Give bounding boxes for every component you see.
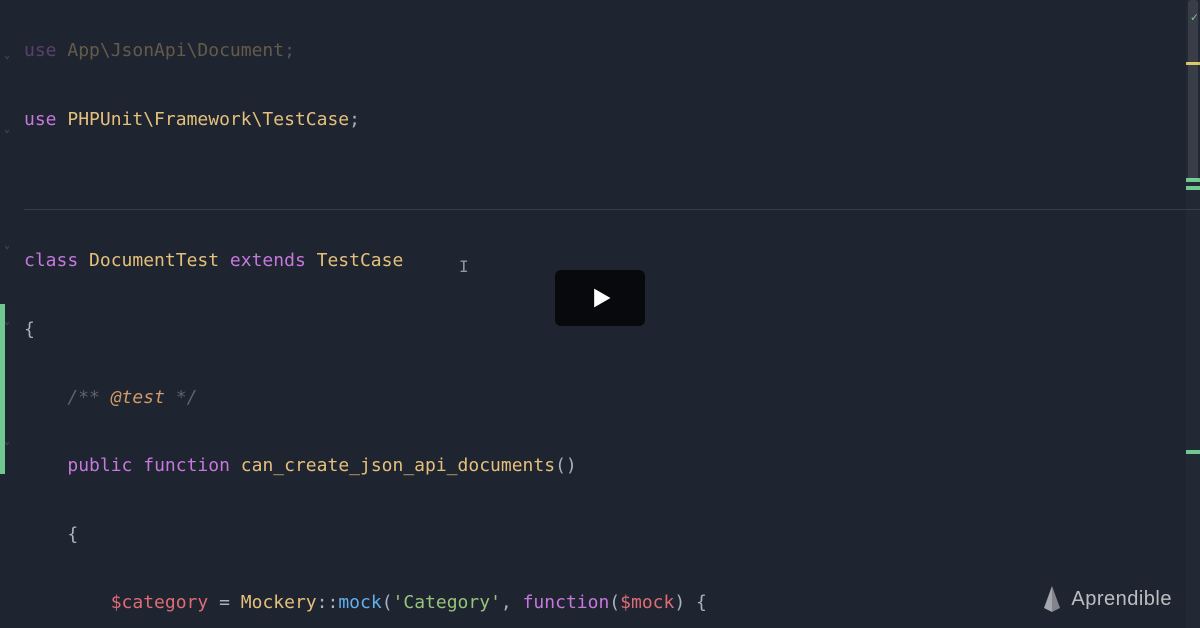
fold-icon: ⌄ (4, 120, 10, 139)
gutter: ⌄ ⌄ ⌄ ⌄ ⌄ (0, 0, 20, 628)
code-line (24, 171, 1200, 210)
scrollbar-change-marker (1186, 186, 1200, 190)
brand-watermark: Aprendible (1041, 580, 1172, 618)
scrollbar-thumb[interactable] (1188, 0, 1198, 180)
fold-icon: ⌄ (4, 46, 10, 65)
play-button[interactable] (555, 270, 645, 326)
brand-text: Aprendible (1071, 580, 1172, 618)
play-icon (586, 284, 614, 312)
separator (24, 209, 1200, 210)
code-line: public function can_create_json_api_docu… (24, 449, 1200, 483)
scrollbar-change-marker (1186, 450, 1200, 454)
code-line: use PHPUnit\Framework\TestCase; (24, 103, 1200, 137)
fold-icon: ⌄ (4, 236, 10, 255)
code-line: { (24, 518, 1200, 552)
code-line: /** @test */ (24, 381, 1200, 415)
vcs-change-marker (0, 304, 5, 474)
brand-logo-icon (1041, 586, 1063, 612)
code-line: $category = Mockery::mock('Category', fu… (24, 586, 1200, 620)
scrollbar[interactable]: ✓ (1186, 0, 1200, 628)
code-line: use App\JsonApi\Document; (24, 34, 1200, 68)
